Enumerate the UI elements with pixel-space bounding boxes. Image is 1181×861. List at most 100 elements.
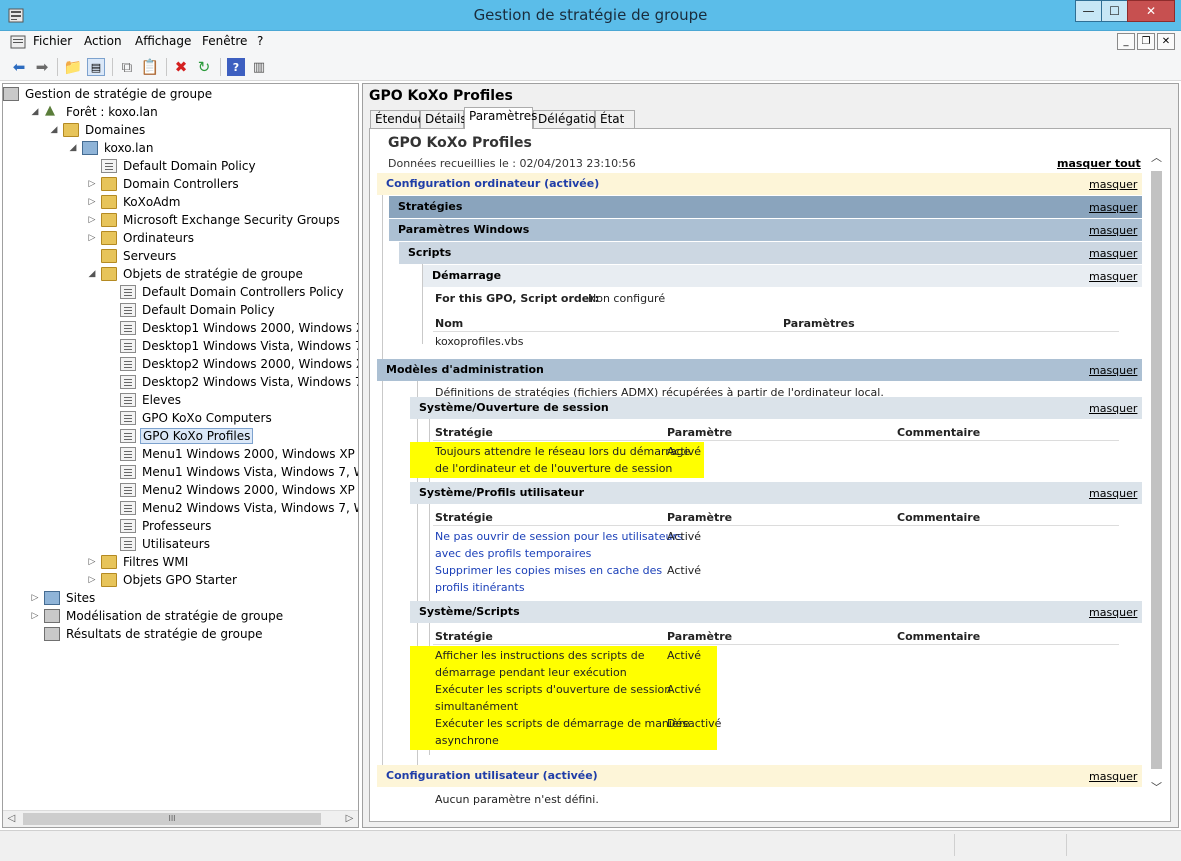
hide-link[interactable]: masquer [1089, 247, 1137, 260]
policies-bar[interactable]: Stratégies masquer [389, 196, 1142, 218]
expanded-arrow-icon[interactable]: ◢ [30, 107, 40, 117]
hide-link[interactable]: masquer [1089, 606, 1137, 619]
scroll-right-button[interactable]: ▷ [341, 811, 358, 827]
expanded-arrow-icon[interactable]: ◢ [87, 269, 97, 279]
forward-icon[interactable]: ➡ [33, 58, 51, 76]
tree-node[interactable]: ▷ Filtres WMI [87, 553, 190, 571]
collapsed-arrow-icon[interactable]: ▷ [87, 215, 97, 225]
tree-node[interactable]: Professeurs [106, 517, 213, 535]
collapsed-arrow-icon[interactable]: ▷ [87, 575, 97, 585]
menu-help[interactable]: ? [257, 34, 263, 48]
collapsed-arrow-icon[interactable]: ▷ [87, 197, 97, 207]
policy-section-bar[interactable]: Système/Scripts masquer [410, 601, 1142, 623]
child-restore-button[interactable]: ❐ [1137, 33, 1155, 50]
hide-link[interactable]: masquer [1089, 770, 1137, 783]
tree-node[interactable]: Desktop1 Windows Vista, Windows 7, Windo [106, 337, 358, 355]
maximize-button[interactable]: ☐ [1101, 0, 1128, 22]
policy-section-bar[interactable]: Système/Profils utilisateur masquer [410, 482, 1142, 504]
collapsed-arrow-icon[interactable]: ▷ [30, 593, 40, 603]
hide-link[interactable]: masquer [1089, 201, 1137, 214]
tree-node[interactable]: ▷ KoXoAdm [87, 193, 182, 211]
console-tree-icon[interactable]: ▤ [87, 58, 105, 76]
startup-bar[interactable]: Démarrage masquer [423, 265, 1142, 287]
scroll-thumb[interactable]: III [23, 813, 321, 825]
tree-node[interactable]: Desktop2 Windows 2000, Windows XP [106, 355, 358, 373]
scroll-thumb[interactable] [1151, 171, 1162, 769]
tree-node[interactable]: ▷ Microsoft Exchange Security Groups [87, 211, 342, 229]
expanded-arrow-icon[interactable]: ◢ [49, 125, 59, 135]
policy-name-line1[interactable]: Ne pas ouvrir de session pour les utilis… [435, 530, 683, 543]
collapsed-arrow-icon[interactable]: ▷ [30, 611, 40, 621]
action-pane-icon[interactable]: ▥ [250, 58, 268, 76]
tree-node[interactable]: GPO KoXo Profiles [106, 427, 254, 445]
tree-node[interactable]: ◢ Domaines [49, 121, 147, 139]
copy-icon[interactable]: ⧉ [118, 58, 136, 76]
tree-node[interactable]: ▷ Modélisation de stratégie de groupe [30, 607, 285, 625]
child-minimize-button[interactable]: _ [1117, 33, 1135, 50]
minimize-button[interactable]: — [1075, 0, 1102, 22]
hide-link[interactable]: masquer [1089, 224, 1137, 237]
tree-node[interactable]: Default Domain Policy [87, 157, 258, 175]
delete-icon[interactable]: ✖ [172, 58, 190, 76]
collapsed-arrow-icon[interactable]: ▷ [87, 233, 97, 243]
close-button[interactable]: ✕ [1127, 0, 1175, 22]
admin-templates-bar[interactable]: Modèles d'administration masquer [377, 359, 1142, 381]
tree-node[interactable]: Default Domain Policy [106, 301, 277, 319]
user-config-bar[interactable]: Configuration utilisateur (activée) masq… [377, 765, 1142, 787]
menu-fichier[interactable]: Fichier [33, 34, 72, 48]
tree-horizontal-scrollbar[interactable]: ◁ III ▷ [3, 810, 358, 827]
hide-link[interactable]: masquer [1089, 270, 1137, 283]
refresh-icon[interactable]: ↻ [195, 58, 213, 76]
collapsed-arrow-icon[interactable]: ▷ [87, 179, 97, 189]
back-icon[interactable]: ⬅ [10, 58, 28, 76]
policy-name-line2[interactable]: avec des profils temporaires [435, 547, 591, 560]
tree-node[interactable]: Desktop2 Windows Vista, Windows 7, Windo [106, 373, 358, 391]
tree-node[interactable]: Menu1 Windows Vista, Windows 7, Window [106, 463, 358, 481]
tree-node[interactable]: Eleves [106, 391, 183, 409]
tab-etat[interactable]: État [595, 110, 635, 128]
tree-node[interactable]: ◢ Objets de stratégie de groupe [87, 265, 305, 283]
scroll-left-button[interactable]: ◁ [3, 811, 20, 827]
mmc-document-icon[interactable] [10, 35, 26, 49]
tree-node[interactable]: ◢ koxo.lan [68, 139, 155, 157]
windows-settings-bar[interactable]: Paramètres Windows masquer [389, 219, 1142, 241]
paste-icon[interactable]: 📋 [141, 58, 160, 76]
tree-node[interactable]: ▷ Objets GPO Starter [87, 571, 239, 589]
scripts-bar[interactable]: Scripts masquer [399, 242, 1142, 264]
menu-action[interactable]: Action [84, 34, 122, 48]
scroll-up-button[interactable]: ︿ [1148, 149, 1165, 165]
tree-node[interactable]: ◢ Forêt : koxo.lan [30, 103, 160, 121]
tree-node[interactable]: Desktop1 Windows 2000, Windows XP [106, 319, 358, 337]
tree-node[interactable]: Menu1 Windows 2000, Windows XP [106, 445, 357, 463]
tree-node[interactable]: Default Domain Controllers Policy [106, 283, 346, 301]
hide-link[interactable]: masquer [1089, 364, 1137, 377]
tab-details[interactable]: Détails [420, 110, 467, 128]
console-tree[interactable]: Gestion de stratégie de groupe ◢ Forêt : k… [2, 83, 359, 828]
tab-parametres[interactable]: Paramètres [464, 107, 537, 129]
tab-etendue[interactable]: Étendue [370, 110, 425, 128]
tree-node[interactable]: Menu2 Windows Vista, Windows 7, Window [106, 499, 358, 517]
tree-node[interactable]: Résultats de stratégie de groupe [30, 625, 265, 643]
tree-node[interactable]: Utilisateurs [106, 535, 212, 553]
policy-section-bar[interactable]: Système/Ouverture de session masquer [410, 397, 1142, 419]
policy-name-line1[interactable]: Supprimer les copies mises en cache des [435, 564, 662, 577]
hide-link[interactable]: masquer [1089, 178, 1137, 191]
computer-config-bar[interactable]: Configuration ordinateur (activée) masqu… [377, 173, 1142, 195]
up-folder-icon[interactable]: 📁 [64, 58, 83, 76]
menu-affichage[interactable]: Affichage [135, 34, 191, 48]
tree-node[interactable]: Serveurs [87, 247, 178, 265]
report-vertical-scrollbar[interactable]: ︿ ﹀ [1148, 149, 1165, 799]
tree-node[interactable]: ▷ Sites [30, 589, 97, 607]
hide-link[interactable]: masquer [1089, 487, 1137, 500]
tree-node[interactable]: Gestion de stratégie de groupe [3, 85, 214, 103]
expanded-arrow-icon[interactable]: ◢ [68, 143, 78, 153]
policy-name-line2[interactable]: profils itinérants [435, 581, 525, 594]
title-bar[interactable]: Gestion de stratégie de groupe — ☐ ✕ [0, 0, 1181, 31]
tab-delegation[interactable]: Délégation [533, 110, 603, 128]
tree-node[interactable]: ▷ Domain Controllers [87, 175, 241, 193]
scroll-down-button[interactable]: ﹀ [1148, 779, 1165, 795]
child-close-button[interactable]: ✕ [1157, 33, 1175, 50]
hide-link[interactable]: masquer [1089, 402, 1137, 415]
tree-node[interactable]: ▷ Ordinateurs [87, 229, 196, 247]
collapsed-arrow-icon[interactable]: ▷ [87, 557, 97, 567]
